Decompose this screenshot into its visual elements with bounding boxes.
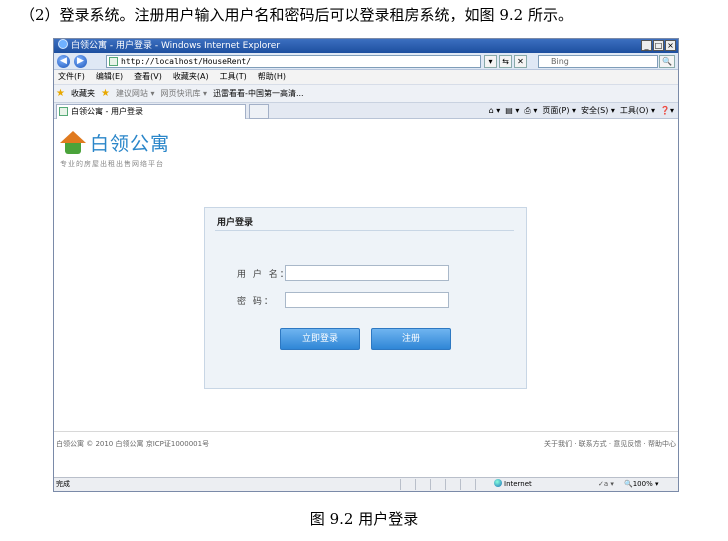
register-button[interactable]: 注册 xyxy=(371,328,451,350)
url-text: http://localhost/HouseRent/ xyxy=(121,57,252,66)
username-input[interactable] xyxy=(285,265,449,281)
login-title: 用户登录 xyxy=(217,218,254,228)
ie-logo-icon xyxy=(58,39,68,49)
help-icon[interactable]: ❓▾ xyxy=(660,103,674,119)
intro-text: （2）登录系统。注册用户输入用户名和密码后可以登录租房系统，如图 9.2 所示。 xyxy=(20,6,573,24)
status-text: 完成 xyxy=(56,480,70,488)
maximize-button[interactable]: □ xyxy=(653,40,664,51)
footer-copyright: 白领公寓 © 2010 白领公寓 京ICP证1000001号 xyxy=(56,440,210,448)
favorites-bar: ★ 收藏夹 ★ 建议网站 ▾ 网页快讯库 ▾ 迅雷看看-中国第一高清... xyxy=(54,84,678,102)
menu-view[interactable]: 查看(V) xyxy=(134,70,162,84)
stop-button[interactable]: ✕ xyxy=(514,55,527,68)
username-label: 用 户 名： xyxy=(237,270,291,280)
address-bar: ◀ ▶ http://localhost/HouseRent/ ▾ ⇆ ✕ Bi… xyxy=(54,53,678,70)
figure-caption: 图 9.2 用户登录 xyxy=(309,510,419,528)
new-tab-button[interactable] xyxy=(249,104,269,119)
close-button[interactable]: × xyxy=(665,40,676,51)
favorites-star-icon: ★ xyxy=(56,88,65,99)
feeds-icon[interactable]: ▤ ▾ xyxy=(505,103,519,119)
footer-divider xyxy=(54,431,678,432)
status-cells xyxy=(400,479,488,490)
tab-bar: 白领公寓 - 用户登录 ⌂ ▾ ▤ ▾ ⎙ ▾ 页面(P) ▾ 安全(S) ▾ … xyxy=(54,102,678,119)
password-input[interactable] xyxy=(285,292,449,308)
menu-edit[interactable]: 编辑(E) xyxy=(96,70,123,84)
site-logo-text: 白领公寓 xyxy=(90,133,171,155)
tools-menu[interactable]: 工具(O) ▾ xyxy=(620,103,655,119)
menu-help[interactable]: 帮助(H) xyxy=(258,70,286,84)
site-logo[interactable]: 白领公寓 xyxy=(60,129,170,156)
tab-page-icon xyxy=(59,107,68,116)
favorites-item-suggested[interactable]: 建议网站 ▾ xyxy=(116,85,155,102)
favorites-button[interactable]: 收藏夹 xyxy=(71,85,95,102)
page-content: 白领公寓 专业的房屋出租出售网络平台 用户登录 用 户 名： 密 码： 立即登录… xyxy=(54,121,678,477)
address-buttons: ▾ ⇆ ✕ xyxy=(484,55,527,68)
login-button[interactable]: 立即登录 xyxy=(280,328,360,350)
window-title: 白领公寓 - 用户登录 - Windows Internet Explorer xyxy=(71,41,281,51)
window-controls: _ □ × xyxy=(641,40,676,51)
search-button[interactable]: 🔍 xyxy=(659,55,675,68)
favorites-item-xunlei[interactable]: 迅雷看看-中国第一高清... xyxy=(213,85,304,102)
tab-title: 白领公寓 - 用户登录 xyxy=(71,107,143,116)
tab-current[interactable]: 白领公寓 - 用户登录 xyxy=(56,104,246,119)
favorites-item-webslices[interactable]: 网页快讯库 ▾ xyxy=(161,85,208,102)
menu-tools[interactable]: 工具(T) xyxy=(220,70,247,84)
menu-favorites[interactable]: 收藏夹(A) xyxy=(173,70,209,84)
page-icon xyxy=(109,57,118,66)
browser-window: 白领公寓 - 用户登录 - Windows Internet Explorer … xyxy=(53,38,679,492)
page-menu[interactable]: 页面(P) ▾ xyxy=(542,103,576,119)
footer-links[interactable]: 关于我们 · 联系方式 · 意见反馈 · 帮助中心 xyxy=(544,439,676,449)
home-icon[interactable]: ⌂ ▾ xyxy=(489,103,501,119)
security-zone-text: Internet xyxy=(504,480,532,488)
command-bar: ⌂ ▾ ▤ ▾ ⎙ ▾ 页面(P) ▾ 安全(S) ▾ 工具(O) ▾ ❓▾ xyxy=(489,103,674,119)
login-panel: 用户登录 用 户 名： 密 码： 立即登录 注册 xyxy=(204,207,527,389)
zoom-level[interactable]: 🔍100% ▾ xyxy=(624,478,658,491)
print-icon[interactable]: ⎙ ▾ xyxy=(524,103,537,119)
password-label: 密 码： xyxy=(237,297,275,307)
refresh-button[interactable]: ⇆ xyxy=(499,55,512,68)
add-favorite-icon[interactable]: ★ xyxy=(101,85,110,102)
menu-bar: 文件(F) 编辑(E) 查看(V) 收藏夹(A) 工具(T) 帮助(H) xyxy=(54,70,678,84)
protected-mode[interactable]: ✓a ▾ xyxy=(598,478,614,491)
forward-button[interactable]: ▶ xyxy=(74,55,87,68)
security-zone: Internet xyxy=(494,478,532,491)
site-slogan: 专业的房屋出租出售网络平台 xyxy=(60,160,164,168)
dropdown-button[interactable]: ▾ xyxy=(484,55,497,68)
search-input[interactable]: Bing xyxy=(538,55,658,68)
url-field[interactable]: http://localhost/HouseRent/ xyxy=(106,55,481,68)
minimize-button[interactable]: _ xyxy=(641,40,652,51)
safety-menu[interactable]: 安全(S) ▾ xyxy=(581,103,615,119)
back-button[interactable]: ◀ xyxy=(57,55,70,68)
title-bar: 白领公寓 - 用户登录 - Windows Internet Explorer … xyxy=(54,39,678,53)
house-logo-icon xyxy=(60,130,86,155)
status-bar: 完成 Internet ✓a ▾ 🔍100% ▾ xyxy=(54,477,678,491)
globe-icon xyxy=(494,479,502,487)
menu-file[interactable]: 文件(F) xyxy=(58,70,85,84)
login-divider xyxy=(215,230,514,231)
